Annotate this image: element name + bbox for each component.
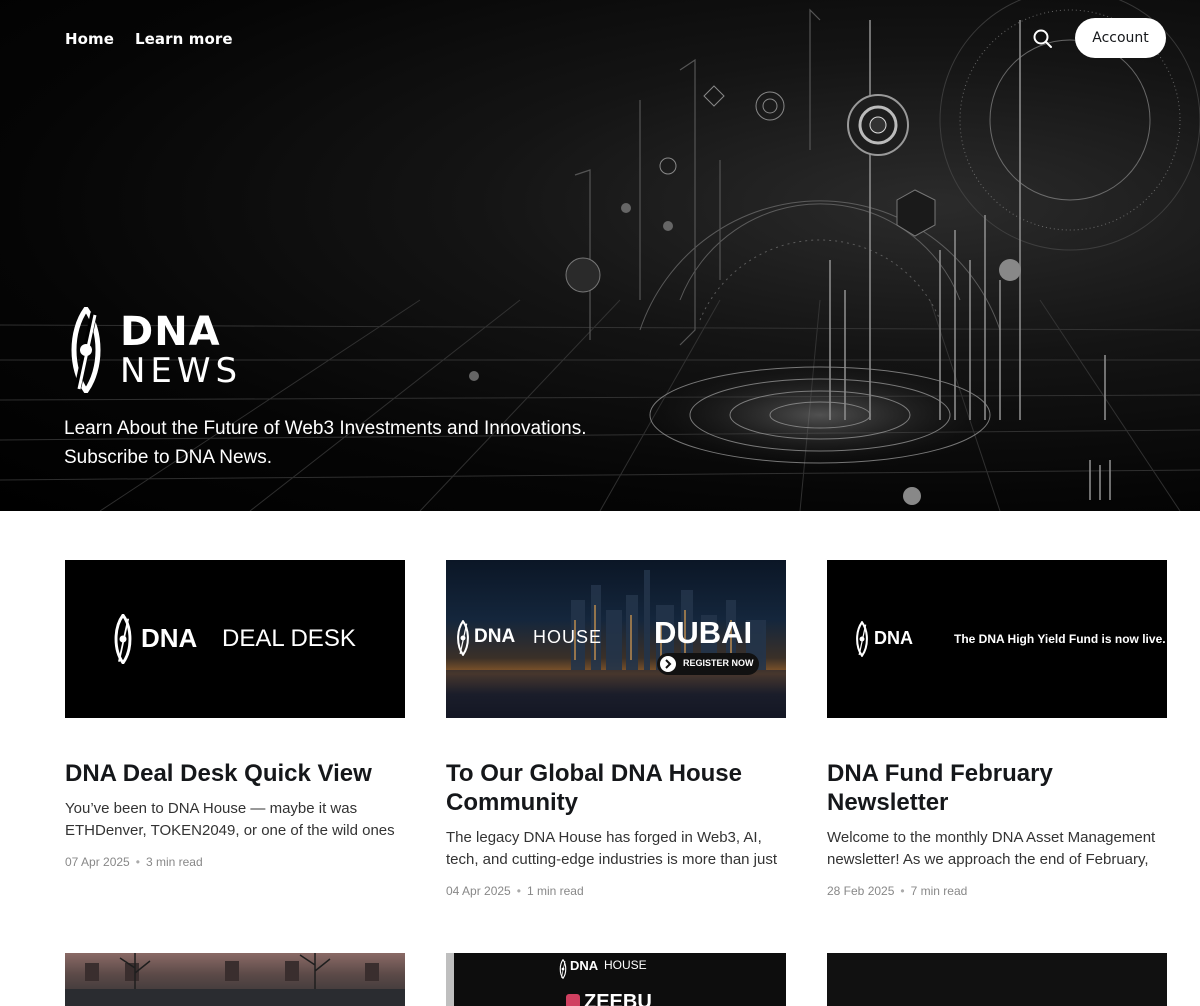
post-read-time: 1 min read (526, 884, 584, 898)
thumb-edge (446, 953, 454, 1006)
post-card[interactable]: DNA DEAL DESK DNA Deal Desk Quick View Y… (65, 560, 405, 869)
meta-separator: • (135, 855, 140, 869)
post-excerpt: You’ve been to DNA House — maybe it was … (65, 800, 395, 839)
post-thumbnail[interactable]: DNA DEAL DESK (65, 560, 405, 718)
thumb-brand: DNA (141, 623, 198, 653)
logo-dna-text: DNA (120, 309, 221, 355)
post-read-time: 7 min read (910, 884, 968, 898)
post-excerpt: Welcome to the monthly DNA Asset Managem… (827, 829, 1156, 868)
tagline-line-2: Subscribe to DNA News. (64, 447, 273, 468)
post-thumbnail[interactable]: DNA The DNA High Yield Fund is now live. (827, 560, 1167, 718)
thumb-brand: DNA (570, 958, 599, 973)
thumb-city: DUBAI (654, 615, 753, 650)
meta-separator: • (516, 884, 521, 898)
arrow-right-icon (660, 656, 676, 672)
thumb-partial-text: ZEEBU (584, 991, 652, 1006)
post-thumbnail[interactable]: DNA HOUSE DUBAI REGISTER NOW (446, 560, 786, 718)
post-excerpt: The legacy DNA House has forged in Web3,… (446, 829, 778, 868)
post-title[interactable]: DNA Fund February Newsletter (827, 759, 1167, 817)
search-button[interactable] (1030, 26, 1056, 52)
account-button[interactable]: Account (1075, 18, 1166, 58)
dna-news-logo: DNA NEWS (64, 307, 254, 397)
post-thumbnail-partial[interactable] (65, 953, 405, 1006)
hero-tagline: Learn About the Future of Web3 Investmen… (64, 414, 664, 472)
thumb-text: DEAL DESK (222, 625, 356, 652)
post-read-time: 3 min read (145, 855, 203, 869)
post-meta: 28 Feb 2025 • 7 min read (827, 884, 1167, 898)
hero-banner: Home Learn more Account DNA NEWS Learn A… (0, 0, 1200, 511)
post-meta: 04 Apr 2025 • 1 min read (446, 884, 786, 898)
street-photo-art (65, 953, 405, 1006)
thumb-brand: DNA (874, 628, 913, 648)
post-title[interactable]: To Our Global DNA House Community (446, 759, 786, 817)
register-now-label: REGISTER NOW (683, 658, 754, 668)
dna-logo-icon (71, 307, 101, 393)
top-nav: Home Learn more Account (0, 0, 1200, 80)
post-date: 04 Apr 2025 (446, 884, 511, 898)
post-title[interactable]: DNA Deal Desk Quick View (65, 759, 405, 788)
thumb-text: The DNA High Yield Fund is now live. (954, 632, 1166, 646)
search-icon (1033, 29, 1052, 48)
post-date: 28 Feb 2025 (827, 884, 895, 898)
post-thumbnail-partial[interactable] (827, 953, 1167, 1006)
dna-logo-icon (559, 959, 567, 979)
dna-logo-icon (114, 614, 132, 664)
logo-news-text: NEWS (120, 351, 243, 391)
post-card[interactable]: DNA HOUSE DUBAI REGISTER NOW To Our Glob… (446, 560, 786, 898)
meta-separator: • (900, 884, 905, 898)
thumb-text: HOUSE (604, 958, 647, 972)
nav-learn-more-link[interactable]: Learn more (135, 30, 233, 48)
post-meta: 07 Apr 2025 • 3 min read (65, 855, 405, 869)
nav-home-link[interactable]: Home (65, 30, 114, 48)
partial-logo-mark (566, 994, 580, 1006)
post-card[interactable]: DNA The DNA High Yield Fund is now live.… (827, 560, 1167, 898)
tagline-line-1: Learn About the Future of Web3 Investmen… (64, 418, 587, 439)
dna-logo-icon (457, 620, 469, 656)
post-thumbnail-partial[interactable]: DNA HOUSE ZEEBU (446, 953, 786, 1006)
thumb-text: HOUSE (533, 627, 603, 647)
post-date: 07 Apr 2025 (65, 855, 130, 869)
register-now-badge: REGISTER NOW (657, 653, 759, 675)
dna-logo-icon (856, 621, 868, 657)
thumb-brand: DNA (474, 626, 516, 647)
